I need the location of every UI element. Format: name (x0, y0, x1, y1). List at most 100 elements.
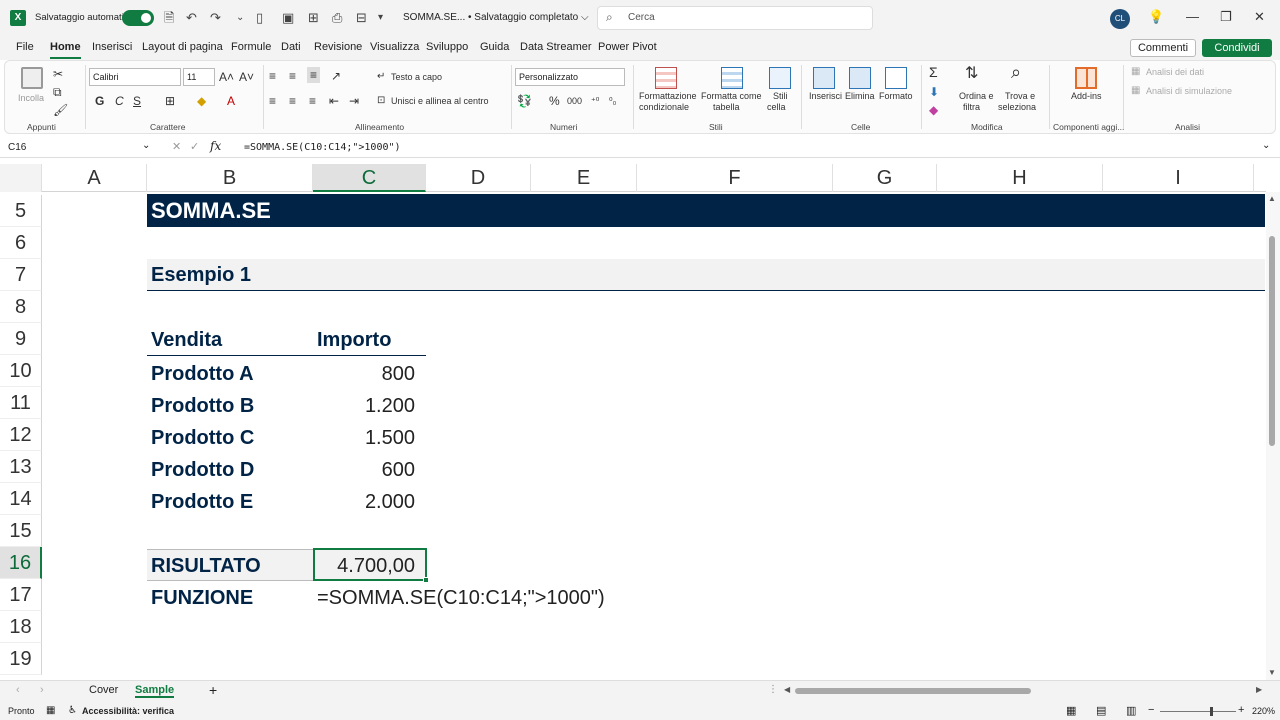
accessibility-icon[interactable]: ♿ (68, 705, 77, 716)
close-icon[interactable]: ✕ (1254, 9, 1265, 25)
fill-color-icon[interactable]: ◆ (197, 94, 206, 108)
row-header-14[interactable]: 14 (0, 483, 42, 515)
function-icon[interactable]: fx (210, 139, 221, 153)
tab-splitter-icon[interactable]: ⋮ (768, 684, 778, 695)
autosum-icon[interactable]: Σ (929, 65, 938, 79)
align-center-icon[interactable]: ≡ (289, 94, 296, 108)
row-header-13[interactable]: 13 (0, 451, 42, 483)
merge-icon[interactable]: ⊡ (377, 94, 385, 108)
product-cell[interactable]: Prodotto E (151, 486, 253, 518)
underline-button[interactable]: S (133, 94, 141, 108)
tab-home[interactable]: Home (50, 41, 81, 59)
decrease-decimal-icon[interactable]: ⁰₀ (609, 94, 616, 108)
conditional-format-label-2[interactable]: condizionale (639, 102, 689, 112)
row-header-9[interactable]: 9 (0, 323, 42, 355)
fill-icon[interactable]: ⬇ (929, 85, 939, 99)
format-table-label-2[interactable]: tabella (713, 102, 740, 112)
redo-icon[interactable]: ↷ (210, 9, 221, 27)
tab-file[interactable]: File (16, 41, 34, 53)
tab-inserisci[interactable]: Inserisci (92, 41, 132, 53)
accessibility-status[interactable]: Accessibilità: verifica (82, 706, 174, 716)
sheet-tab-cover[interactable]: Cover (89, 684, 118, 696)
row-header-18[interactable]: 18 (0, 611, 42, 643)
header-importo[interactable]: Importo (317, 324, 391, 356)
new-file-icon[interactable]: ▯ (256, 9, 263, 27)
tab-layout[interactable]: Layout di pagina (142, 41, 223, 53)
amount-cell[interactable]: 1.200 (313, 390, 415, 422)
column-header-d[interactable]: D (426, 164, 531, 192)
cell-styles-label-1[interactable]: Stili (773, 91, 788, 101)
scroll-up-icon[interactable]: ▲ (1268, 194, 1276, 203)
row-header-16[interactable]: 16 (0, 547, 42, 579)
row-header-5[interactable]: 5 (0, 195, 42, 227)
increase-indent-icon[interactable]: ⇥ (349, 94, 359, 108)
result-value[interactable]: 4.700,00 (313, 550, 415, 582)
decrease-indent-icon[interactable]: ⇤ (329, 94, 339, 108)
zoom-slider-thumb[interactable] (1210, 707, 1213, 716)
paste-button[interactable]: Incolla (18, 93, 44, 103)
align-left-icon[interactable]: ≡ (269, 94, 276, 108)
percent-icon[interactable]: % (549, 94, 560, 108)
scroll-down-icon[interactable]: ▼ (1268, 668, 1276, 677)
formula-input[interactable]: =SOMMA.SE(C10:C14;">1000") (244, 139, 401, 157)
row-header-6[interactable]: 6 (0, 227, 42, 259)
wrap-text-button[interactable]: Testo a capo (391, 72, 442, 82)
normal-view-icon[interactable]: ▦ (1066, 704, 1076, 717)
row-header-19[interactable]: 19 (0, 643, 42, 675)
wrap-text-icon[interactable]: ↵ (377, 70, 385, 84)
row-header-11[interactable]: 11 (0, 387, 42, 419)
zoom-in-icon[interactable]: + (1238, 704, 1244, 716)
format-painter-icon[interactable]: 🖌 (53, 103, 68, 117)
enter-icon[interactable]: ✓ (190, 140, 199, 153)
cut-icon[interactable]: ✂ (53, 67, 63, 81)
align-middle-icon[interactable]: ≡ (289, 69, 296, 83)
example-heading[interactable]: Esempio 1 (147, 259, 1265, 291)
find-icon[interactable]: ⌕ (1011, 63, 1021, 81)
amount-cell[interactable]: 1.500 (313, 422, 415, 454)
page-break-icon[interactable]: ▥ (1126, 704, 1136, 717)
format-cells-icon[interactable] (885, 67, 907, 89)
column-header-a[interactable]: A (42, 164, 147, 192)
product-cell[interactable]: Prodotto C (151, 422, 254, 454)
minimize-icon[interactable]: — (1186, 9, 1199, 24)
print-icon[interactable]: ⎙ (332, 9, 342, 27)
add-sheet-icon[interactable]: + (209, 682, 217, 698)
tab-visualizza[interactable]: Visualizza (370, 41, 419, 53)
currency-icon[interactable]: 💱 (517, 94, 532, 108)
sort-filter-label-2[interactable]: filtra (963, 102, 980, 112)
decrease-font-icon[interactable]: A˅ (239, 70, 254, 84)
avatar[interactable]: CL (1110, 9, 1130, 29)
next-sheet-icon[interactable]: › (40, 684, 44, 696)
cell-styles-label-2[interactable]: cella (767, 102, 786, 112)
product-cell[interactable]: Prodotto B (151, 390, 254, 422)
column-header-h[interactable]: H (937, 164, 1103, 192)
macro-icon[interactable]: ▦ (46, 705, 55, 716)
align-bottom-icon[interactable]: ≡ (307, 67, 321, 83)
amount-cell[interactable]: 600 (313, 454, 415, 486)
format-table-label-1[interactable]: Formatta come (701, 91, 762, 101)
amount-cell[interactable]: 800 (313, 358, 415, 390)
lightbulb-icon[interactable]: 💡 (1148, 9, 1164, 25)
banner-title[interactable]: SOMMA.SE (147, 194, 1265, 227)
sheet-tab-sample[interactable]: Sample (135, 684, 175, 698)
delete-cells-icon[interactable] (849, 67, 871, 89)
name-box[interactable]: C16 (4, 139, 154, 157)
column-header-f[interactable]: F (637, 164, 833, 192)
amount-cell[interactable]: 2.000 (313, 486, 415, 518)
grid-icon[interactable]: ⊟ (356, 9, 367, 27)
function-label[interactable]: FUNZIONE (151, 582, 253, 614)
orientation-icon[interactable]: ↗ (331, 69, 341, 83)
increase-font-icon[interactable]: A˄ (219, 70, 234, 84)
font-name-select[interactable]: Calibri (89, 68, 181, 86)
paste-icon[interactable] (21, 67, 43, 89)
font-color-icon[interactable]: A (227, 94, 235, 108)
chevron-down-icon[interactable]: ⌄ (236, 9, 244, 27)
zoom-slider-track[interactable] (1160, 711, 1236, 712)
delete-cells-button[interactable]: Elimina (845, 91, 875, 101)
cell-styles-icon[interactable] (769, 67, 791, 89)
customize-icon[interactable]: ▾ (378, 9, 383, 27)
column-header-b[interactable]: B (147, 164, 313, 192)
find-label-1[interactable]: Trova e (1005, 91, 1035, 101)
tab-guida[interactable]: Guida (480, 41, 509, 53)
zoom-level[interactable]: 220% (1252, 706, 1275, 716)
